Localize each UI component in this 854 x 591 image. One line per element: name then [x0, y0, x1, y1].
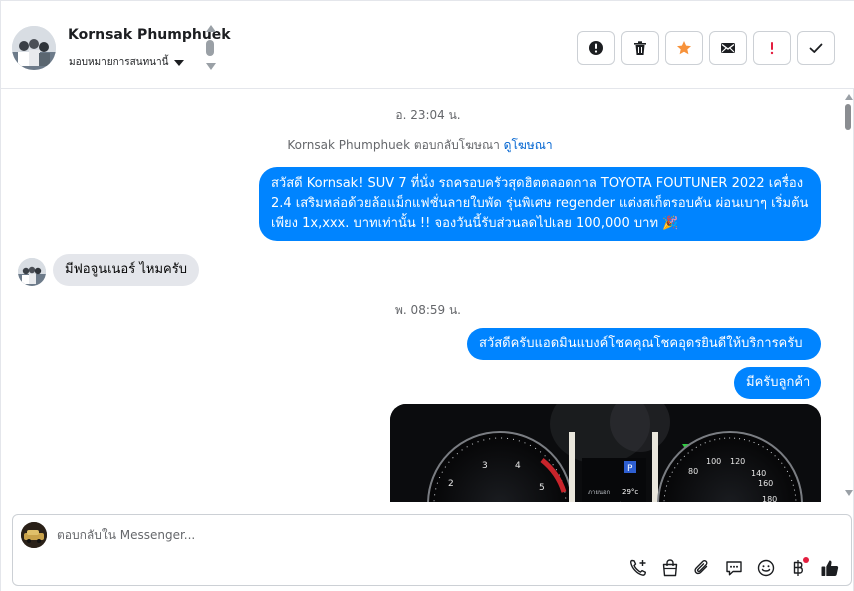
delete-button[interactable]	[621, 31, 659, 65]
scroll-up-arrow-icon[interactable]	[845, 94, 853, 100]
svg-text:4: 4	[515, 461, 521, 471]
payment-button[interactable]	[787, 557, 809, 579]
scroll-thumb[interactable]	[206, 40, 214, 56]
mark-unread-button[interactable]	[709, 31, 747, 65]
svg-text:160: 160	[758, 479, 773, 488]
timestamp: พ. 08:59 น.	[395, 303, 461, 317]
shop-button[interactable]	[659, 557, 681, 579]
saved-replies-button[interactable]	[723, 557, 745, 579]
send-like-button[interactable]	[819, 557, 841, 579]
paperclip-icon	[694, 560, 708, 575]
svg-text:100: 100	[706, 457, 721, 466]
scroll-up-arrow-icon[interactable]	[206, 25, 216, 32]
view-ad-link[interactable]: ดูโฆษณา	[504, 138, 553, 152]
message-bubble-outgoing: มีครับลูกค้า	[734, 367, 821, 399]
trash-icon	[634, 41, 646, 55]
thumbs-up-icon	[821, 560, 839, 576]
contact-avatar[interactable]	[12, 26, 56, 70]
emoji-button[interactable]	[755, 557, 777, 579]
svg-text:180: 180	[762, 495, 777, 502]
svg-text:140: 140	[751, 469, 766, 478]
svg-text:5: 5	[539, 483, 545, 493]
message-bubble-outgoing: สวัสดีครับแอดมินแบงค์โชคคุณโชคอุดรยินดีใ…	[467, 328, 821, 360]
caret-down-icon	[174, 59, 185, 66]
dashboard-photo-attachment[interactable]: 2 3 4 5 P ภายนอก 29°c ความเร็วเฉลี่ย	[390, 404, 821, 502]
svg-text:120: 120	[730, 457, 745, 466]
scroll-down-arrow-icon[interactable]	[206, 63, 216, 70]
timestamp: อ. 23:04 น.	[395, 108, 461, 122]
ad-reply-text: Kornsak Phumphuek ตอบกลับโฆษณา	[287, 138, 500, 152]
svg-text:80: 80	[688, 467, 698, 476]
star-icon	[677, 41, 691, 55]
scroll-down-arrow-icon[interactable]	[845, 490, 853, 496]
inbox-conversation-panel: Kornsak Phumphuek มอบหมายการสนทนานี้ อ. …	[0, 0, 854, 591]
mail-icon	[721, 43, 735, 53]
message-bubble-outgoing: สวัสดี Kornsak! SUV 7 ที่นั่ง รถครอบครัว…	[259, 167, 821, 241]
header-actions	[577, 31, 835, 65]
thread-scrollbar[interactable]	[845, 90, 853, 502]
page-avatar	[21, 522, 47, 548]
spam-button[interactable]	[753, 31, 791, 65]
svg-text:2: 2	[448, 479, 454, 489]
reply-input[interactable]	[57, 525, 757, 545]
svg-text:29°c: 29°c	[622, 488, 638, 496]
ad-reply-note: Kornsak Phumphuek ตอบกลับโฆษณา ดูโฆษณา	[1, 136, 839, 155]
attach-button[interactable]	[691, 557, 713, 579]
phone-plus-icon	[630, 559, 646, 576]
call-button[interactable]	[627, 557, 649, 579]
message-thread[interactable]: อ. 23:04 น. Kornsak Phumphuek ตอบกลับโฆษ…	[1, 90, 854, 502]
message-bubble-incoming: มีฟอจูนเนอร์ ไหมครับ	[53, 254, 199, 286]
mark-done-button[interactable]	[797, 31, 835, 65]
smile-icon	[757, 559, 775, 577]
assign-conversation-dropdown[interactable]: มอบหมายการสนทนานี้	[69, 55, 185, 70]
check-icon	[809, 43, 823, 53]
svg-text:ภายนอก: ภายนอก	[588, 489, 611, 496]
assign-label: มอบหมายการสนทนานี้	[69, 57, 169, 68]
info-icon	[589, 41, 603, 55]
contact-avatar-small[interactable]	[18, 258, 46, 286]
notification-dot	[803, 557, 809, 563]
composer-tools	[627, 557, 841, 579]
header-scrollbar[interactable]	[205, 25, 217, 73]
info-button[interactable]	[577, 31, 615, 65]
message-composer	[12, 514, 852, 586]
chat-dots-icon	[726, 561, 742, 576]
svg-text:3: 3	[482, 461, 488, 471]
star-button[interactable]	[665, 31, 703, 65]
shopping-bag-icon	[662, 559, 678, 577]
scroll-thumb[interactable]	[845, 104, 851, 130]
svg-text:P: P	[627, 464, 633, 474]
exclamation-icon	[770, 42, 774, 55]
conversation-header: Kornsak Phumphuek มอบหมายการสนทนานี้	[1, 1, 854, 89]
